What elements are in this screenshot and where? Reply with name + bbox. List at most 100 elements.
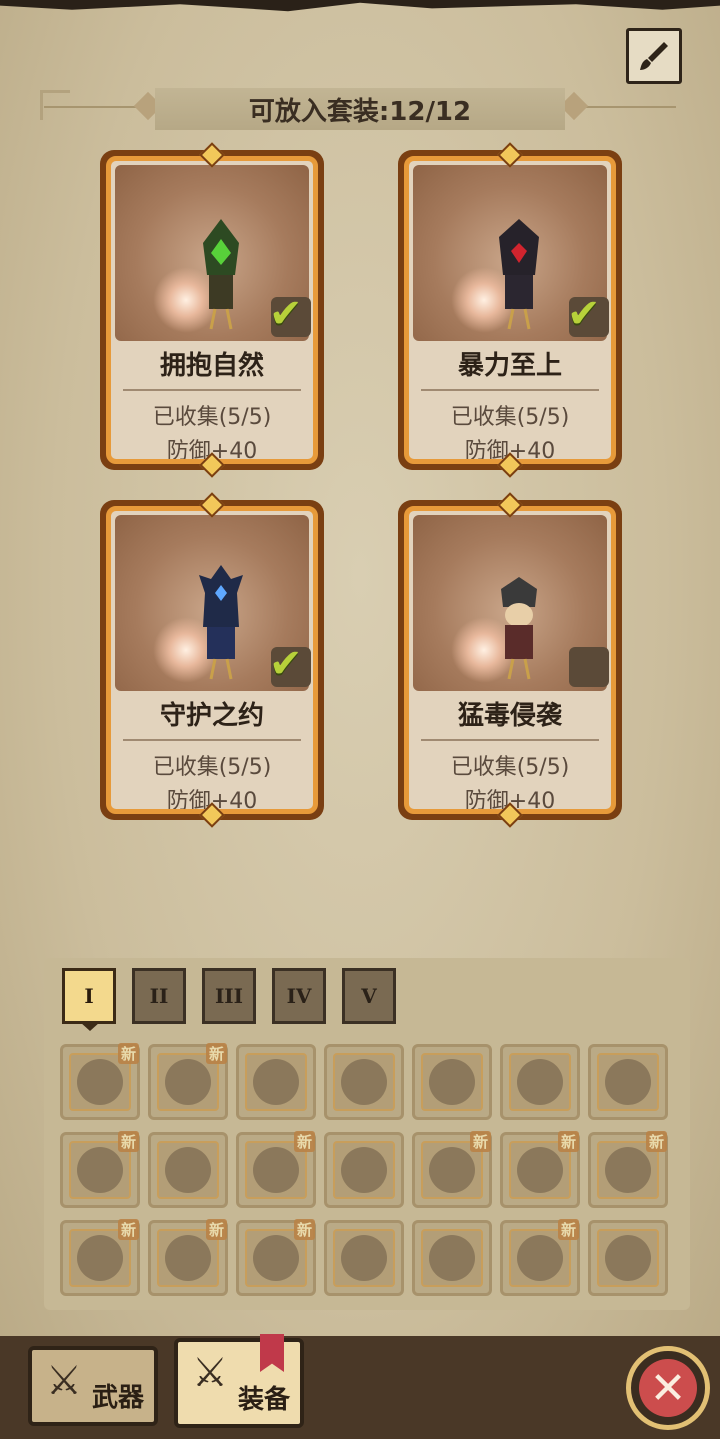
leaf-armor-icon (253, 1147, 299, 1193)
new-badge: 新 (205, 1219, 227, 1240)
set-collected: 已收集(5/5) (152, 755, 272, 780)
new-badge: 新 (469, 1131, 491, 1152)
close-icon: ✕ (649, 1362, 687, 1414)
new-badge: 新 (557, 1131, 579, 1152)
new-badge: 新 (117, 1131, 139, 1152)
tab-label: I (84, 984, 94, 1008)
set-card-venom[interactable]: 猛毒侵袭 已收集(5/5) 防御+40 (398, 492, 622, 828)
tab-tier-5[interactable]: V (342, 968, 396, 1024)
bat-wing-icon (77, 1235, 123, 1281)
inventory-slot[interactable] (412, 1220, 492, 1296)
check-icon: ✔ (269, 641, 303, 687)
tab-tier-1[interactable]: I (62, 968, 116, 1024)
nature-character-icon (203, 219, 239, 330)
equipment-tab-label: 装备 (237, 1385, 290, 1415)
edit-button[interactable] (626, 28, 682, 84)
active-tab-indicator (80, 1022, 100, 1031)
select-checkbox[interactable]: ✔ (269, 641, 311, 687)
horned-helmet-icon (341, 1059, 387, 1105)
inventory-slot[interactable]: 新 (500, 1219, 580, 1296)
new-badge: 新 (293, 1219, 315, 1240)
inventory-slot[interactable] (324, 1132, 404, 1208)
claw-icon (605, 1147, 651, 1193)
new-badge: 新 (117, 1043, 139, 1064)
divider (421, 389, 599, 391)
inventory-slot[interactable]: 新 (60, 1043, 140, 1120)
equipment-tab-button[interactable]: ⚔ 装备 (174, 1338, 304, 1428)
set-name: 猛毒侵袭 (457, 701, 562, 731)
new-badge: 新 (645, 1131, 667, 1152)
check-icon: ✔ (269, 291, 303, 337)
new-badge: 新 (117, 1219, 139, 1240)
corner-ornament (40, 90, 70, 120)
beast-mount-icon (605, 1235, 651, 1281)
inventory-slot[interactable] (324, 1220, 404, 1296)
set-card-guardian[interactable]: ✔ 守护之约 已收集(5/5) 防御+40 (100, 492, 324, 828)
inventory-slot[interactable]: 新 (412, 1131, 492, 1208)
tab-label: V (361, 984, 377, 1008)
banner-line-left (44, 106, 144, 108)
set-collected: 已收集(5/5) (152, 405, 272, 430)
select-checkbox[interactable]: ✔ (567, 291, 609, 337)
tab-tier-4[interactable]: IV (272, 968, 326, 1024)
new-badge: 新 (205, 1043, 227, 1064)
inventory-slot[interactable] (588, 1044, 668, 1120)
inventory-slot[interactable]: 新 (148, 1219, 228, 1296)
inventory-slot[interactable]: 新 (588, 1131, 668, 1208)
weapon-tab-button[interactable]: ⚔ 武器 (28, 1346, 158, 1426)
bat-wing-icon (165, 1235, 211, 1281)
inventory-slot[interactable] (412, 1044, 492, 1120)
inventory-slot[interactable]: 新 (236, 1219, 316, 1296)
gauntlet-icon (517, 1147, 563, 1193)
scale-armor-icon (341, 1147, 387, 1193)
crossed-swords-icon: ⚔ (46, 1358, 82, 1404)
bat-wing-icon (253, 1235, 299, 1281)
new-badge: 新 (293, 1131, 315, 1152)
serpent-ring-icon (341, 1235, 387, 1281)
select-checkbox[interactable]: ✔ (269, 291, 311, 337)
check-icon: ✔ (567, 291, 601, 337)
inventory-slot[interactable]: 新 (236, 1131, 316, 1208)
tab-label: IV (286, 984, 312, 1008)
set-card-violence[interactable]: ✔ 暴力至上 已收集(5/5) 防御+40 (398, 142, 622, 478)
select-checkbox[interactable] (569, 647, 609, 687)
tab-tier-3[interactable]: III (202, 968, 256, 1024)
nature-helmet-icon (253, 1059, 299, 1105)
beast-armor-icon (165, 1147, 211, 1193)
tab-tier-2[interactable]: II (132, 968, 186, 1024)
crossed-swords-icon: ⚔ (192, 1350, 228, 1396)
inventory-slot[interactable] (588, 1220, 668, 1296)
inventory-slot[interactable] (500, 1044, 580, 1120)
divider (421, 739, 599, 741)
spiked-armor-icon (517, 1059, 563, 1105)
inventory-slot[interactable]: 新 (148, 1043, 228, 1120)
brush-icon (640, 42, 668, 70)
banner-line-right (576, 106, 676, 108)
set-collected: 已收集(5/5) (450, 405, 570, 430)
venom-character-icon (501, 577, 537, 680)
scorpion-icon (517, 1235, 563, 1281)
inventory-slot[interactable]: 新 (500, 1131, 580, 1208)
dagger-icon (77, 1059, 123, 1105)
dark-knight-character-icon (499, 219, 539, 330)
set-name: 暴力至上 (457, 351, 562, 381)
set-name: 守护之约 (159, 701, 264, 731)
set-name: 拥抱自然 (159, 351, 264, 381)
inventory-slot[interactable] (324, 1044, 404, 1120)
inventory-slot[interactable]: 新 (60, 1131, 140, 1208)
set-card-nature[interactable]: ✔ 拥抱自然 已收集(5/5) 防御+40 (100, 142, 324, 478)
dagger-icon (165, 1059, 211, 1105)
inventory-slot[interactable] (236, 1044, 316, 1120)
weapon-tab-label: 武器 (91, 1383, 144, 1413)
green-armor-icon (605, 1059, 651, 1105)
close-button[interactable]: ✕ (626, 1346, 710, 1430)
inventory-slot[interactable]: 新 (60, 1219, 140, 1296)
guardian-character-icon (199, 565, 243, 680)
tab-label: III (214, 984, 244, 1008)
scorpion-icon (429, 1235, 475, 1281)
tab-label: II (149, 984, 169, 1008)
set-collected: 已收集(5/5) (450, 755, 570, 780)
inventory-slot[interactable] (148, 1132, 228, 1208)
set-capacity-banner: 可放入套装:12/12 (155, 88, 565, 130)
new-badge: 新 (557, 1219, 579, 1240)
